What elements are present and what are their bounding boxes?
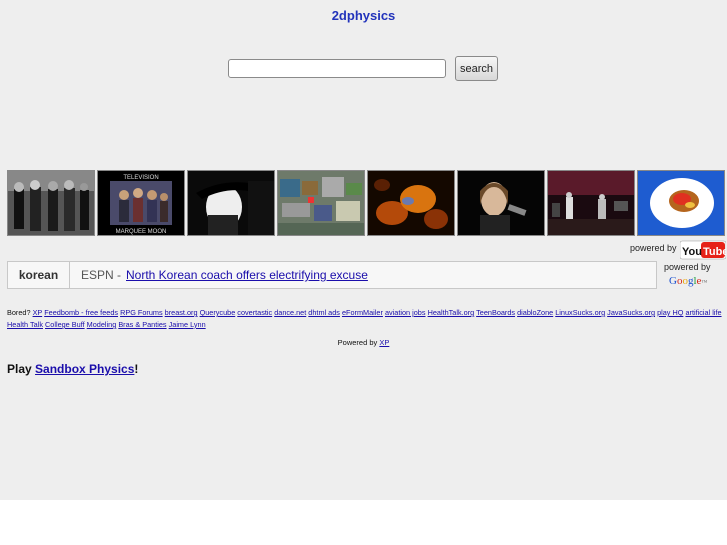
link-rpg-forums[interactable]: RPG Forums [120, 308, 163, 317]
powered-by-label: Powered by [337, 338, 378, 347]
link-health-talk[interactable]: Health Talk [7, 320, 43, 329]
search-button[interactable]: search [455, 56, 498, 81]
thumbnail-orange-abstract[interactable] [367, 170, 455, 236]
news-source: ESPN - [81, 268, 122, 282]
play-suffix: ! [134, 362, 139, 376]
play-prefix: Play [7, 362, 32, 376]
powered-by-footer: Powered by XP [0, 338, 727, 347]
page-background: 2dphysics search TELEVISION MARQUEE MOON… [0, 0, 727, 500]
link-aviation-jobs[interactable]: aviation jobs [385, 308, 426, 317]
thumbnail-concert[interactable] [547, 170, 635, 236]
link-covertastic[interactable]: covertastic [237, 308, 272, 317]
link-modeling[interactable]: Modeling [87, 320, 117, 329]
link-diablozone[interactable]: diabloZone [517, 308, 553, 317]
link-xp[interactable]: XP [33, 308, 43, 317]
link-breast-org[interactable]: breast.org [165, 308, 198, 317]
thumbnail-food-plate[interactable] [637, 170, 725, 236]
thumbnail-hat-portrait[interactable] [187, 170, 275, 236]
link-healthtalk-org[interactable]: HealthTalk.org [428, 308, 475, 317]
link-eformmailer[interactable]: eFormMailer [342, 308, 383, 317]
youtube-powered-label: powered by [630, 243, 677, 253]
link-artificial-life[interactable]: artificial life [685, 308, 721, 317]
link-play-hq[interactable]: play HQ [657, 308, 683, 317]
album-caption-top: TELEVISION [123, 175, 158, 181]
link-jaime-lynn[interactable]: Jaime Lynn [169, 320, 206, 329]
link-feedbomb[interactable]: Feedbomb - free feeds [44, 308, 118, 317]
link-dance-net[interactable]: dance.net [274, 308, 306, 317]
link-dhtml-ads[interactable]: dhtml ads [308, 308, 340, 317]
link-javasucks[interactable]: JavaSucks.org [607, 308, 655, 317]
thumbnail-band-photo[interactable] [7, 170, 95, 236]
thumbnail-album-cover[interactable]: TELEVISION MARQUEE MOON [97, 170, 185, 236]
link-bras-panties[interactable]: Bras & Panties [118, 320, 166, 329]
youtube-logo-tube: Tube [703, 246, 726, 258]
search-input[interactable] [228, 59, 446, 78]
google-logo[interactable]: Google™ [669, 275, 714, 287]
youtube-logo[interactable]: You Tube [680, 240, 726, 260]
thumbnail-strip: TELEVISION MARQUEE MOON [7, 170, 727, 238]
links-intro: Bored? [7, 308, 31, 317]
links-directory: Bored? XP Feedbomb - free feeds RPG Foru… [7, 307, 723, 331]
link-linuxsucks[interactable]: LinuxSucks.org [555, 308, 605, 317]
play-callout: Play Sandbox Physics! [7, 362, 138, 376]
youtube-logo-you: You [682, 246, 702, 258]
link-teenboards[interactable]: TeenBoards [476, 308, 515, 317]
powered-by-link[interactable]: XP [379, 338, 389, 347]
album-caption-bottom: MARQUEE MOON [116, 229, 167, 235]
site-title: 2dphysics [331, 8, 396, 23]
sandbox-physics-link[interactable]: Sandbox Physics [35, 362, 134, 376]
link-querycube[interactable]: Querycube [200, 308, 236, 317]
thumbnail-singer[interactable] [457, 170, 545, 236]
news-bar: korean ESPN - North Korean coach offers … [7, 261, 657, 289]
news-keyword: korean [8, 262, 70, 288]
news-headline-link[interactable]: North Korean coach offers electrifying e… [126, 268, 368, 282]
link-college-buff[interactable]: College Buff [45, 320, 85, 329]
google-attribution: powered by Google™ [664, 262, 714, 287]
thumbnail-game-screenshot[interactable] [277, 170, 365, 236]
google-powered-label: powered by [664, 262, 711, 272]
